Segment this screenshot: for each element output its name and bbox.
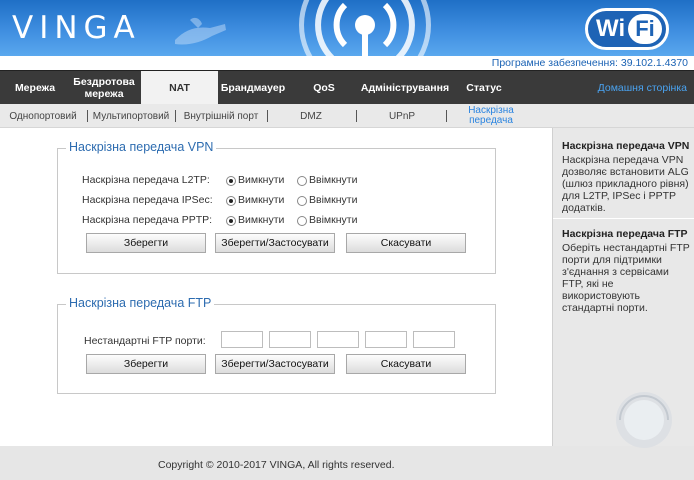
- pptp-disable-radio[interactable]: [226, 216, 236, 226]
- wifi-logo-fi: Fi: [628, 14, 662, 44]
- pptp-disable-label: Вимкнути: [238, 214, 285, 226]
- ftp-ports-label: Нестандартні FTP порти:: [84, 335, 206, 347]
- subnav-separator: [356, 110, 357, 122]
- nav-status[interactable]: Статус: [459, 71, 509, 105]
- help-ftp-text: Оберіть нестандартні FTP порти для підтр…: [562, 242, 690, 314]
- vpn-save-apply-button[interactable]: Зберегти/Застосувати: [215, 233, 335, 253]
- subnav-single-port[interactable]: Однопортовий: [4, 104, 82, 128]
- nav-qos[interactable]: QoS: [300, 71, 348, 105]
- ipsec-disable-radio[interactable]: [226, 196, 236, 206]
- ftp-group-title: Наскрізна передача FTP: [66, 296, 215, 310]
- wifi-logo-wi: Wi: [596, 15, 626, 42]
- l2tp-enable-label: Ввімкнути: [309, 174, 358, 186]
- ftp-save-button[interactable]: Зберегти: [86, 354, 206, 374]
- main-content: Наскрізна передача VPN Наскрізна передач…: [0, 128, 552, 446]
- hand-illustration: [175, 17, 226, 45]
- help-ftp-title: Наскрізна передача FTP: [562, 228, 688, 240]
- watermark-logo: [616, 392, 672, 448]
- subnav-separator: [175, 110, 176, 122]
- l2tp-disable-radio[interactable]: [226, 176, 236, 186]
- subnav-multi-port[interactable]: Мультипортовий: [90, 104, 172, 128]
- ftp-port-input-4[interactable]: [365, 331, 407, 348]
- home-link[interactable]: Домашня сторінка: [598, 82, 687, 94]
- ftp-port-input-2[interactable]: [269, 331, 311, 348]
- l2tp-disable-label: Вимкнути: [238, 174, 285, 186]
- nav-network[interactable]: Мережа: [0, 71, 70, 105]
- subnav-separator: [87, 110, 88, 122]
- ftp-passthrough-group: Наскрізна передача FTP Нестандартні FTP …: [57, 296, 496, 394]
- ipsec-label: Наскрізна передача IPSec:: [82, 194, 213, 206]
- copyright: Copyright © 2010-2017 VINGA, All rights …: [158, 459, 395, 471]
- ipsec-enable-label: Ввімкнути: [309, 194, 358, 206]
- subnav-separator: [446, 110, 447, 122]
- ipsec-disable-label: Вимкнути: [238, 194, 285, 206]
- ipsec-enable-radio[interactable]: [297, 196, 307, 206]
- nav-firewall[interactable]: Брандмауер: [218, 71, 288, 105]
- ftp-port-input-3[interactable]: [317, 331, 359, 348]
- vpn-passthrough-group: Наскрізна передача VPN Наскрізна передач…: [57, 140, 496, 274]
- footer: Copyright © 2010-2017 VINGA, All rights …: [0, 446, 694, 480]
- vpn-cancel-button[interactable]: Скасувати: [346, 233, 466, 253]
- nav-nat[interactable]: NAT: [141, 71, 218, 105]
- pptp-enable-radio[interactable]: [297, 216, 307, 226]
- help-vpn-title: Наскрізна передача VPN: [562, 140, 690, 152]
- l2tp-label: Наскрізна передача L2TP:: [82, 174, 210, 186]
- vpn-group-title: Наскрізна передача VPN: [66, 140, 217, 154]
- subnav-dmz[interactable]: DMZ: [280, 104, 342, 128]
- firmware-version: Програмне забезпечення: 39.102.1.4370: [491, 57, 688, 69]
- wireless-waves-icon: [299, 0, 431, 56]
- ftp-save-apply-button[interactable]: Зберегти/Застосувати: [215, 354, 335, 374]
- main-nav: Мережа Бездротова мережа NAT Брандмауер …: [0, 70, 694, 105]
- nav-administration[interactable]: Адміністрування: [355, 71, 455, 105]
- help-vpn-text: Наскрізна передача VPN дозволяє встанови…: [562, 154, 689, 214]
- vpn-save-button[interactable]: Зберегти: [86, 233, 206, 253]
- header: VINGA Wi Fi: [0, 0, 694, 56]
- l2tp-enable-radio[interactable]: [297, 176, 307, 186]
- brand-logo: VINGA: [12, 10, 141, 46]
- sub-nav: Однопортовий Мультипортовий Внутрішній п…: [0, 104, 694, 128]
- pptp-label: Наскрізна передача PPTP:: [82, 214, 213, 226]
- ftp-cancel-button[interactable]: Скасувати: [346, 354, 466, 374]
- ftp-port-input-1[interactable]: [221, 331, 263, 348]
- nav-wireless[interactable]: Бездротова мережа: [70, 71, 138, 105]
- subnav-internal-port[interactable]: Внутрішній порт: [178, 104, 264, 128]
- pptp-enable-label: Ввімкнути: [309, 214, 358, 226]
- wifi-logo: Wi Fi: [585, 8, 669, 50]
- subnav-separator: [267, 110, 268, 122]
- firmware-bar: Програмне забезпечення: 39.102.1.4370: [0, 56, 694, 70]
- subnav-upnp[interactable]: UPnP: [370, 104, 434, 128]
- help-divider: [553, 218, 694, 219]
- ftp-port-input-5[interactable]: [413, 331, 455, 348]
- subnav-passthrough[interactable]: Наскрізна передача: [458, 104, 524, 128]
